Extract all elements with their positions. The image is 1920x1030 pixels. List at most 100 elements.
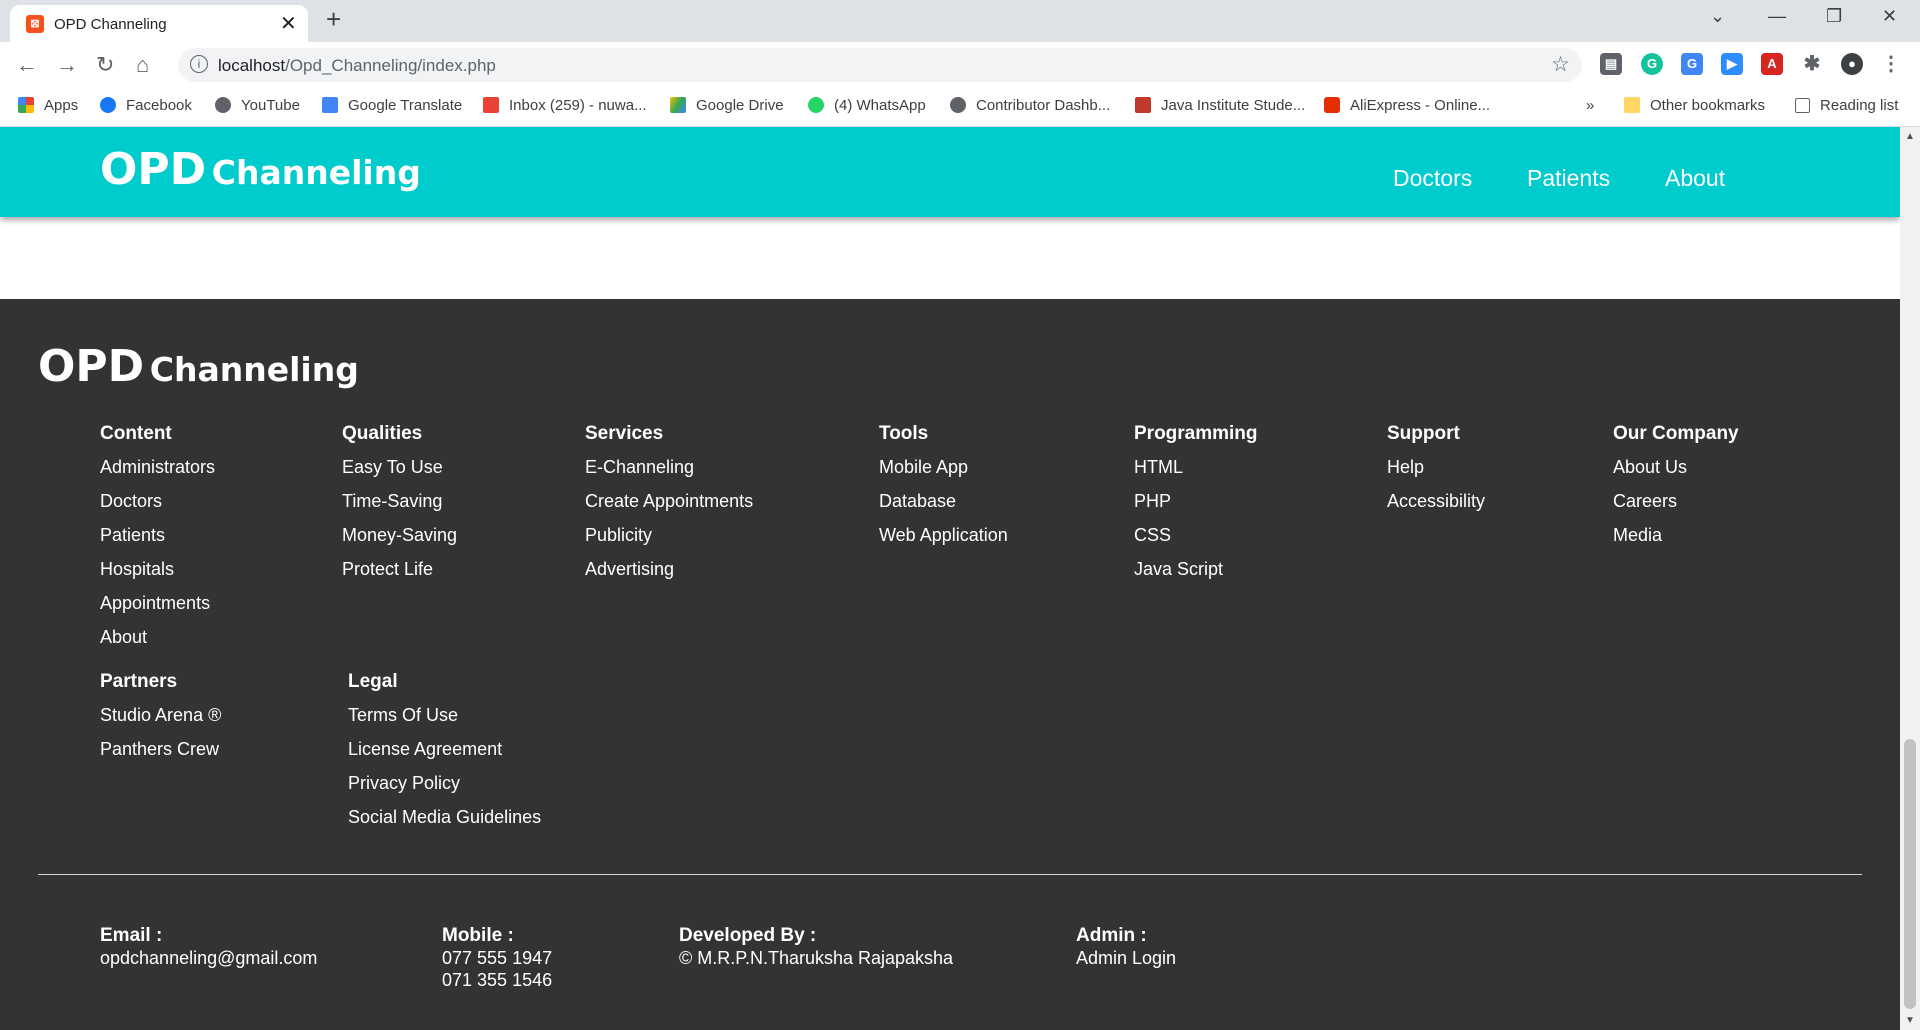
footer-col-programming: Programming HTML PHP CSS Java Script [1134,423,1258,593]
profile-avatar[interactable]: ● [1841,53,1863,75]
page-viewport: OPD Channeling Doctors Patients About OP… [0,127,1900,1030]
footer-link-web-application[interactable]: Web Application [879,525,1008,559]
bookmark-apps[interactable]: Apps [18,97,78,114]
footer-link-css[interactable]: CSS [1134,525,1258,559]
xampp-favicon-icon: ⊠ [26,15,44,33]
drive-icon [670,97,686,113]
grammarly-icon[interactable]: G [1641,53,1663,75]
site-logo[interactable]: OPD Channeling [100,144,421,195]
footer-link-social-media-guidelines[interactable]: Social Media Guidelines [348,807,541,841]
footer-link-time-saving[interactable]: Time-Saving [342,491,457,525]
bookmark-youtube[interactable]: YouTube [215,97,300,114]
footer-link-java-script[interactable]: Java Script [1134,559,1258,593]
footer-link-appointments[interactable]: Appointments [100,593,215,627]
mobile-number-1: 077 555 1947 [442,948,553,968]
apps-grid-icon [18,97,34,113]
google-translate-icon[interactable]: G [1681,53,1703,75]
footer-link-studio-arena[interactable]: Studio Arena ® [100,705,221,739]
contact-mobile: Mobile : 077 555 1947 071 355 1546 [442,925,552,991]
email-link[interactable]: opdchanneling@gmail.com [100,947,317,969]
bookmark-aliexpress[interactable]: AliExpress - Online... [1324,97,1490,114]
bookmark-whatsapp[interactable]: (4) WhatsApp [808,97,926,114]
footer-link-advertising[interactable]: Advertising [585,559,753,593]
url-path: /Opd_Channeling/index.php [285,56,496,75]
footer-link-hospitals[interactable]: Hospitals [100,559,215,593]
footer-heading: Tools [879,423,929,444]
footer-link-database[interactable]: Database [879,491,1008,525]
restore-icon[interactable]: ❐ [1826,6,1842,27]
footer-link-php[interactable]: PHP [1134,491,1258,525]
footer-link-about-us[interactable]: About Us [1613,457,1739,491]
bookmark-java-institute[interactable]: Java Institute Stude... [1135,97,1305,114]
footer-link-e-channeling[interactable]: E-Channeling [585,457,753,491]
bookmark-facebook[interactable]: Facebook [100,97,192,114]
bookmark-google-translate[interactable]: Google Translate [322,97,462,114]
new-tab-icon[interactable]: + [326,4,341,35]
footer-heading: Support [1387,423,1460,444]
page-scrollbar[interactable]: ▲ ▼ [1900,127,1920,1030]
footer-link-about[interactable]: About [100,627,215,661]
footer-col-our-company: Our Company About Us Careers Media [1613,423,1739,559]
contact-developer: Developed By : © M.R.P.N.Tharuksha Rajap… [679,925,953,969]
footer-link-careers[interactable]: Careers [1613,491,1739,525]
admin-login-link[interactable]: Admin Login [1076,947,1176,969]
close-tab-icon[interactable]: ✕ [280,11,297,36]
nav-about[interactable]: About [1665,165,1725,192]
globe-icon [950,97,966,113]
footer-link-easy-to-use[interactable]: Easy To Use [342,457,457,491]
scroll-up-arrow-icon[interactable]: ▲ [1905,131,1915,142]
address-bar[interactable]: i localhost/Opd_Channeling/index.php ☆ [178,48,1582,82]
site-info-icon[interactable]: i [190,55,208,73]
back-icon[interactable]: ← [16,52,38,78]
footer-link-panthers-crew[interactable]: Panthers Crew [100,739,221,773]
extensions-puzzle-icon[interactable]: ✱ [1801,53,1823,75]
browser-tab[interactable]: ⊠ OPD Channeling ✕ [10,5,308,42]
reader-extension-icon[interactable]: ▤ [1600,53,1622,75]
nav-patients[interactable]: Patients [1527,165,1610,192]
footer-link-privacy-policy[interactable]: Privacy Policy [348,773,541,807]
footer-link-administrators[interactable]: Administrators [100,457,215,491]
footer-link-accessibility[interactable]: Accessibility [1387,491,1485,525]
minimize-icon[interactable]: — [1768,6,1786,27]
footer-link-doctors[interactable]: Doctors [100,491,215,525]
bookmarks-overflow-icon[interactable]: » [1586,97,1594,114]
email-label: Email : [100,925,163,946]
browser-toolbar: ← → ↻ ⌂ i localhost/Opd_Channeling/index… [0,42,1920,88]
footer-link-patients[interactable]: Patients [100,525,215,559]
zoom-icon[interactable]: ▶ [1721,53,1743,75]
reading-list[interactable]: Reading list [1795,97,1898,114]
close-window-icon[interactable]: ✕ [1882,6,1897,27]
home-icon[interactable]: ⌂ [136,52,149,78]
other-bookmarks[interactable]: Other bookmarks [1624,97,1765,114]
url-host: localhost [218,56,286,75]
forward-icon[interactable]: → [56,52,78,78]
acrobat-icon[interactable]: A [1761,53,1783,75]
scroll-down-arrow-icon[interactable]: ▼ [1905,1015,1915,1026]
bookmark-gmail-inbox[interactable]: Inbox (259) - nuwa... [483,97,647,114]
bookmark-google-drive[interactable]: Google Drive [670,97,784,114]
menu-kebab-icon[interactable]: ⋮ [1880,53,1902,75]
footer-link-help[interactable]: Help [1387,457,1485,491]
bookmark-star-icon[interactable]: ☆ [1551,52,1570,77]
footer-link-create-appointments[interactable]: Create Appointments [585,491,753,525]
footer-link-html[interactable]: HTML [1134,457,1258,491]
footer-link-protect-life[interactable]: Protect Life [342,559,457,593]
footer-col-tools: Tools Mobile App Database Web Applicatio… [879,423,1008,559]
folder-icon [1624,97,1640,113]
footer-link-publicity[interactable]: Publicity [585,525,753,559]
reload-icon[interactable]: ↻ [96,52,114,78]
footer-link-mobile-app[interactable]: Mobile App [879,457,1008,491]
nav-doctors[interactable]: Doctors [1393,165,1472,192]
footer-link-license-agreement[interactable]: License Agreement [348,739,541,773]
bookmark-contributor-dashboard[interactable]: Contributor Dashb... [950,97,1110,114]
footer-heading: Our Company [1613,423,1739,444]
scroll-thumb[interactable] [1904,739,1916,1009]
tab-search-icon[interactable]: ⌄ [1710,6,1725,27]
developer-name: © M.R.P.N.Tharuksha Rajapaksha [679,948,954,968]
footer-link-money-saving[interactable]: Money-Saving [342,525,457,559]
bookmarks-bar: Apps Facebook YouTube Google Translate I… [0,88,1920,127]
footer-link-media[interactable]: Media [1613,525,1739,559]
footer-col-qualities: Qualities Easy To Use Time-Saving Money-… [342,423,457,593]
footer-link-terms-of-use[interactable]: Terms Of Use [348,705,541,739]
footer-heading: Qualities [342,423,423,444]
